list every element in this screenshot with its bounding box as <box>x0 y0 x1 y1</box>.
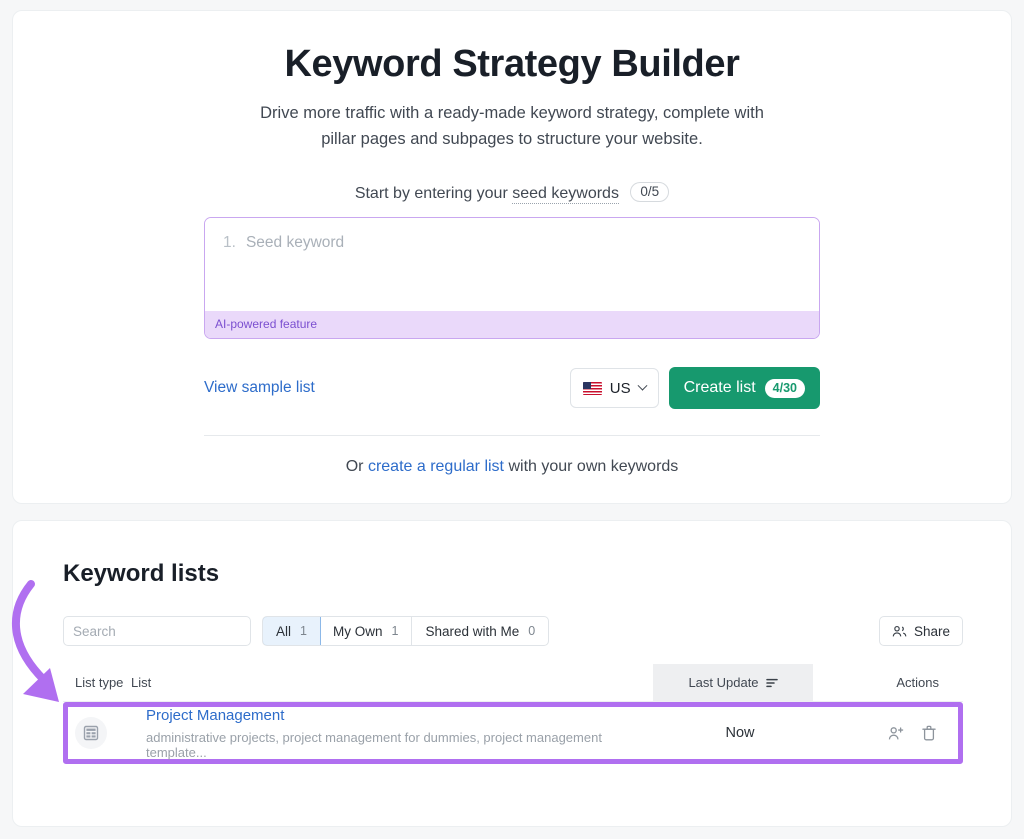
column-header-actions: Actions <box>813 675 963 690</box>
seed-keywords-link[interactable]: seed keywords <box>512 185 619 204</box>
us-flag-icon <box>583 382 602 395</box>
keyword-lists-table: List type List Last Update Actions <box>63 664 963 764</box>
tab-all-count: 1 <box>300 624 307 638</box>
regular-list-row: Or create a regular list with your own k… <box>13 458 1011 476</box>
list-name-link[interactable]: Project Management <box>146 707 284 724</box>
table-row[interactable]: Project Management administrative projec… <box>63 702 963 764</box>
keyword-lists-card: Keyword lists All 1 My Own 1 Shared with… <box>12 520 1012 827</box>
tab-all[interactable]: All 1 <box>262 616 321 646</box>
table-header-row: List type List Last Update Actions <box>63 664 963 702</box>
tab-shared-count: 0 <box>528 624 535 638</box>
tab-shared-with-me[interactable]: Shared with Me 0 <box>412 617 548 645</box>
section-divider <box>204 435 820 436</box>
list-filter-tabs: All 1 My Own 1 Shared with Me 0 <box>262 616 549 646</box>
cell-list-info: Project Management administrative projec… <box>136 707 664 760</box>
seed-row-number: 1. <box>223 234 236 251</box>
cell-actions <box>816 725 958 741</box>
list-type-badge <box>75 717 107 749</box>
page-title: Keyword Strategy Builder <box>13 43 1011 86</box>
chevron-down-icon <box>637 380 647 390</box>
seed-keyword-placeholder: Seed keyword <box>246 234 344 251</box>
search-input[interactable] <box>64 617 251 645</box>
create-regular-list-link[interactable]: create a regular list <box>368 458 504 475</box>
list-keywords-preview: administrative projects, project managem… <box>146 730 664 760</box>
trash-icon <box>922 725 936 741</box>
create-list-button[interactable]: Create list 4/30 <box>669 367 820 409</box>
tab-shared-label: Shared with Me <box>425 624 519 639</box>
builder-right-actions: US Create list 4/30 <box>570 367 820 409</box>
tab-all-label: All <box>276 624 291 639</box>
column-header-last-update[interactable]: Last Update <box>653 664 813 701</box>
search-box <box>63 616 251 646</box>
column-header-list-type: List type <box>63 675 131 690</box>
share-button[interactable]: Share <box>879 616 963 646</box>
country-selector[interactable]: US <box>570 368 659 408</box>
add-user-button[interactable] <box>888 726 905 741</box>
country-label: US <box>610 380 631 397</box>
people-icon <box>892 625 907 638</box>
regular-prefix-text: Or <box>346 458 364 475</box>
table-grid-icon <box>83 725 99 741</box>
add-user-icon <box>888 726 905 741</box>
seed-prefix-text: Start by entering your <box>355 185 508 202</box>
view-sample-list-link[interactable]: View sample list <box>204 379 315 397</box>
share-button-label: Share <box>914 624 950 639</box>
lists-toolbar: All 1 My Own 1 Shared with Me 0 Share <box>63 616 963 646</box>
tab-my-own-count: 1 <box>391 624 398 638</box>
regular-suffix-text: with your own keywords <box>508 458 678 475</box>
seed-keyword-input[interactable]: 1. Seed keyword <box>205 218 819 311</box>
column-header-last-update-label: Last Update <box>688 675 758 690</box>
ai-powered-feature-bar: AI-powered feature <box>205 311 819 338</box>
delete-button[interactable] <box>922 725 936 741</box>
builder-actions-row: View sample list US Create list 4/30 <box>204 367 820 409</box>
create-list-count-badge: 4/30 <box>765 379 805 398</box>
seed-count-badge: 0/5 <box>630 182 669 202</box>
cell-list-type <box>68 717 136 749</box>
seed-keyword-input-wrapper: 1. Seed keyword AI-powered feature <box>204 217 820 339</box>
sort-descending-icon <box>766 678 778 688</box>
hero-section: Keyword Strategy Builder Drive more traf… <box>13 11 1011 152</box>
tab-my-own-label: My Own <box>333 624 383 639</box>
create-list-label: Create list <box>684 379 756 397</box>
cell-last-update: Now <box>664 725 816 741</box>
keyword-strategy-builder-card: Keyword Strategy Builder Drive more traf… <box>12 10 1012 504</box>
tab-my-own[interactable]: My Own 1 <box>320 617 412 645</box>
page-subtitle: Drive more traffic with a ready-made key… <box>247 100 777 152</box>
keyword-lists-title: Keyword lists <box>63 560 1011 588</box>
seed-keywords-label-row: Start by entering your seed keywords 0/5 <box>13 182 1011 203</box>
column-header-list: List <box>131 675 653 690</box>
